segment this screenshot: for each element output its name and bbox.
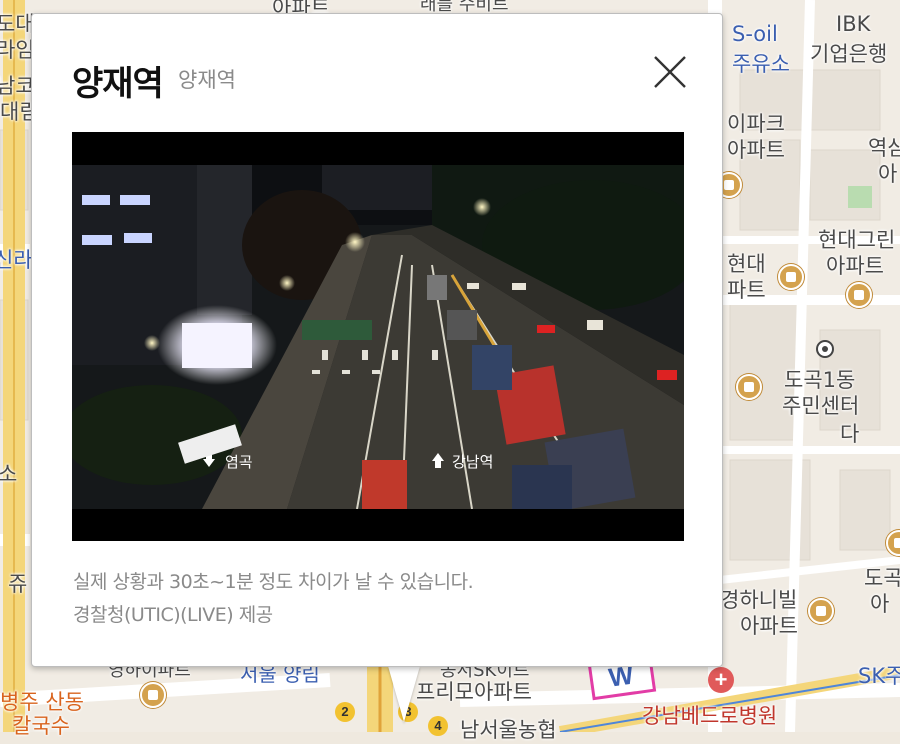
popup-subtitle: 양재역 [178,68,236,92]
map-label-dogok-apt: 아 [870,592,890,616]
map-label-right-edge: 다 [840,422,860,446]
map-label-left-5: 신라 [0,248,33,272]
hospital-icon[interactable]: + [708,667,734,693]
close-button[interactable] [650,52,690,92]
cctv-video-player[interactable]: 염곡 강남역 [72,132,684,541]
subway-exit-4-icon[interactable]: 4 [428,716,448,736]
popup-pointer [388,666,420,722]
map-label-hyundai-green-apt: 아파트 [826,254,884,278]
close-icon [654,56,686,88]
cctv-live-image: 염곡 강남역 [72,165,684,509]
map-label-hyundai-apt: 파트 [727,278,766,302]
map-label-left-7: 쥬 [8,572,28,596]
community-center-icon[interactable] [816,340,834,358]
map-label-ibk-bank: 기업은행 [810,42,888,66]
map-label-yeoksam-apt: 아 [878,162,898,186]
direction-label-left: 염곡 [225,453,253,471]
map-label-sk: SK주 [858,664,900,688]
map-label-soil-station: 주유소 [732,52,790,76]
map-label-bottom-bot: 남서울농협 [460,718,557,742]
map-label-soil: S-oil [732,22,778,46]
apartment-poi-icon[interactable] [846,282,872,308]
apartment-poi-icon[interactable] [808,598,834,624]
map-label-ipark-apt: 아파트 [727,138,785,162]
map-label-left-6: 소 [0,462,18,486]
apartment-poi-icon[interactable] [140,682,166,708]
popup-title: 양재역 [72,64,164,104]
map-label-dogok1-center: 주민센터 [782,394,860,418]
apartment-poi-icon[interactable] [778,264,804,290]
map-label-hani-apt: 아파트 [740,614,798,638]
source-notice: 경찰청(UTIC)(LIVE) 제공 [73,604,273,626]
map-label-ibk: IBK [836,12,871,36]
map-label-hospital: 강남베드로병원 [642,704,778,728]
direction-label-right: 강남역 [452,453,493,471]
delay-notice: 실제 상황과 30초~1분 정도 차이가 날 수 있습니다. [73,571,474,593]
map-label-bottom-left-2: 칼국수 [12,714,70,738]
map-label-left-2: 라임 [0,38,35,62]
cctv-popup: 양재역 양재역 염곡 강남역 실제 상황과 30초~1분 정도 차이가 날 수 … [31,13,723,667]
apartment-poi-icon[interactable] [736,374,762,400]
subway-exit-2-icon[interactable]: 2 [335,702,355,722]
